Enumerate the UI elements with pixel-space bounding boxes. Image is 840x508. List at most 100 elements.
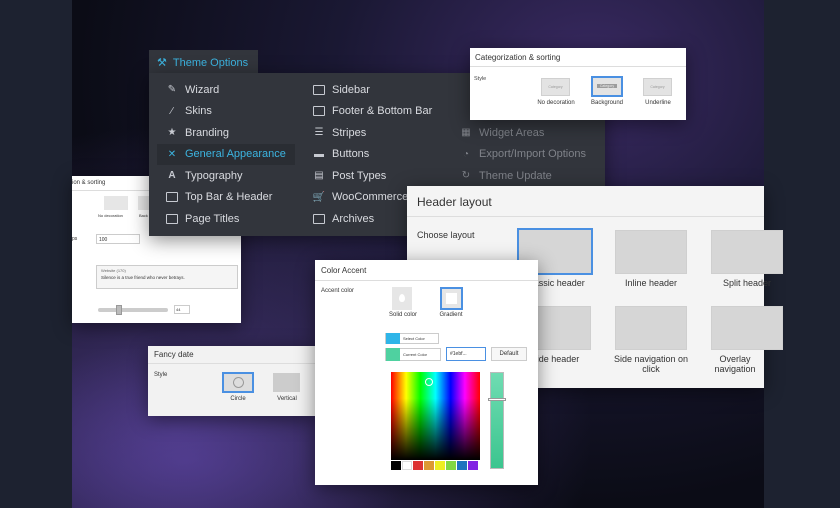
menu-item-typography[interactable]: A Typography bbox=[157, 165, 295, 187]
fancy-date-title: Fancy date bbox=[154, 350, 194, 359]
stripes-icon: ☰ bbox=[314, 127, 324, 139]
menu-column-3: ▦ Widget Areas ◔ Export/Import Options ↻ Th… bbox=[451, 122, 605, 187]
layout-thumb-overlay[interactable] bbox=[711, 306, 783, 350]
layout-thumb-split[interactable] bbox=[711, 230, 783, 274]
gradient-slider[interactable] bbox=[490, 372, 504, 469]
gradient-slider-handle[interactable] bbox=[488, 398, 506, 401]
button-icon: ▬ bbox=[314, 148, 324, 160]
layout-caption: Overlay navigation bbox=[714, 354, 756, 374]
row-label: ps bbox=[72, 236, 78, 242]
menu-item-skins[interactable]: ∕ Skins bbox=[157, 101, 295, 123]
divider bbox=[315, 280, 538, 281]
menu-item-footer-bottom-bar[interactable]: Footer & Bottom Bar bbox=[304, 101, 454, 123]
menu-item-label: Theme Update bbox=[479, 169, 552, 182]
option-caption: Circle bbox=[230, 396, 246, 402]
menu-item-stripes[interactable]: ☰ Stripes bbox=[304, 122, 454, 144]
menu-item-label: Buttons bbox=[332, 148, 370, 161]
style-option-background[interactable]: Category bbox=[591, 76, 623, 97]
menu-item-top-bar-header[interactable]: Top Bar & Header bbox=[157, 187, 295, 209]
date-style-circle[interactable] bbox=[222, 372, 254, 393]
swatch-black[interactable] bbox=[391, 461, 401, 470]
menu-column-1: ✎ Wizard ∕ Skins ★ Branding ✕ General Appear… bbox=[157, 79, 295, 230]
menu-item-label: Page Titles bbox=[185, 212, 240, 225]
default-button[interactable]: Default bbox=[491, 347, 527, 361]
header-layout-title: Header layout bbox=[417, 195, 492, 209]
left-panel-title: ion & sorting bbox=[72, 180, 106, 186]
menu-item-label: Stripes bbox=[332, 126, 367, 139]
style-option-underline[interactable]: Category bbox=[643, 78, 672, 96]
menu-item-general-appearance[interactable]: ✕ General Appearance bbox=[157, 143, 295, 165]
menu-item-page-titles[interactable]: Page Titles bbox=[157, 208, 295, 230]
option-thumb-text: Category bbox=[597, 84, 617, 88]
hex-input[interactable]: #1ebf... bbox=[446, 347, 486, 361]
swatch-blue[interactable] bbox=[457, 461, 467, 470]
tools-icon: ⚒ bbox=[157, 57, 167, 69]
sidebar-icon bbox=[313, 84, 325, 96]
swatch-orange[interactable] bbox=[424, 461, 434, 470]
option-caption: Solid color bbox=[388, 312, 417, 318]
slider-value[interactable]: 44 bbox=[174, 305, 190, 314]
categorization-title: Categorization & sorting bbox=[475, 53, 561, 62]
option-caption: Underline bbox=[645, 100, 671, 106]
circle-date-icon bbox=[232, 377, 244, 388]
color-accent-panel: Color Accent Accent color Solid color Gr… bbox=[315, 260, 538, 485]
swatch-red[interactable] bbox=[413, 461, 423, 470]
layout-caption: Inline header bbox=[624, 278, 678, 288]
theme-options-label: Theme Options bbox=[172, 56, 249, 69]
menu-item-sidebar[interactable]: Sidebar bbox=[304, 79, 454, 101]
swatch-yellow[interactable] bbox=[435, 461, 445, 470]
swatch-purple[interactable] bbox=[468, 461, 478, 470]
option-thumb[interactable] bbox=[104, 196, 128, 210]
export-icon: ◔ bbox=[462, 148, 470, 160]
theme-options-tab[interactable]: ⚒ Theme Options bbox=[149, 50, 258, 75]
categorization-panel: Categorization & sorting Style Category … bbox=[470, 48, 686, 120]
current-color-label: Current Color bbox=[403, 352, 428, 357]
menu-item-post-types[interactable]: ▤ Post Types bbox=[304, 165, 454, 187]
color-accent-title: Color Accent bbox=[321, 266, 367, 275]
option-caption: Vertical bbox=[277, 396, 297, 402]
style-option-no-decoration[interactable]: Category bbox=[541, 78, 570, 96]
menu-item-label: Skins bbox=[185, 105, 212, 118]
color-picker-handle[interactable] bbox=[425, 378, 433, 386]
slider-handle[interactable] bbox=[116, 305, 122, 315]
menu-item-label: WooCommerce bbox=[332, 191, 409, 204]
menu-item-buttons[interactable]: ▬ Buttons bbox=[304, 144, 454, 166]
option-caption: Gradient bbox=[439, 312, 463, 318]
menu-item-label: Sidebar bbox=[332, 83, 370, 96]
layout-thumb-side-nav[interactable] bbox=[615, 306, 687, 350]
text-preview-box: Website (170) Silence is a true friend w… bbox=[96, 265, 238, 289]
style-label: Style bbox=[474, 76, 487, 82]
font-icon: A bbox=[168, 170, 176, 182]
swatch-white[interactable] bbox=[402, 461, 412, 470]
menu-item-label: Widget Areas bbox=[479, 126, 545, 139]
swatch-green[interactable] bbox=[446, 461, 456, 470]
menu-item-label: Branding bbox=[185, 126, 230, 139]
fancy-date-panel: Fancy date Style Circle Vertical bbox=[148, 346, 316, 416]
layout-caption: Side navigation on click bbox=[613, 354, 689, 374]
archive-icon bbox=[313, 213, 325, 225]
layout-thumb-inline[interactable] bbox=[615, 230, 687, 274]
select-color-label: Select Color bbox=[403, 336, 425, 341]
menu-item-branding[interactable]: ★ Branding bbox=[157, 122, 295, 144]
text-body: Silence is a true friend who never betra… bbox=[101, 275, 185, 280]
menu-item-widget-areas[interactable]: ▦ Widget Areas bbox=[451, 122, 605, 144]
date-style-vertical[interactable] bbox=[273, 373, 300, 392]
layout-caption: Split header bbox=[722, 278, 772, 288]
menu-item-wizard[interactable]: ✎ Wizard bbox=[157, 79, 295, 101]
menu-item-export-import[interactable]: ◔ Export/Import Options bbox=[451, 144, 605, 166]
header-layout-icon bbox=[166, 191, 178, 203]
number-input[interactable]: 100 bbox=[96, 234, 140, 244]
menu-item-label: Export/Import Options bbox=[479, 148, 586, 161]
menu-item-label: Typography bbox=[185, 169, 243, 182]
divider bbox=[407, 216, 764, 217]
brush-icon: ∕ bbox=[171, 105, 173, 117]
refresh-icon: ↻ bbox=[461, 170, 471, 182]
select-color-button[interactable]: Select Color bbox=[385, 333, 439, 344]
gradient-option[interactable] bbox=[440, 287, 463, 310]
slider-track[interactable] bbox=[98, 305, 168, 315]
current-color-button[interactable]: Current Color bbox=[385, 348, 441, 361]
solid-color-option[interactable] bbox=[392, 287, 412, 310]
choose-layout-label: Choose layout bbox=[417, 230, 475, 240]
drop-icon bbox=[399, 294, 405, 302]
menu-item-theme-update[interactable]: ↻ Theme Update bbox=[451, 165, 605, 187]
